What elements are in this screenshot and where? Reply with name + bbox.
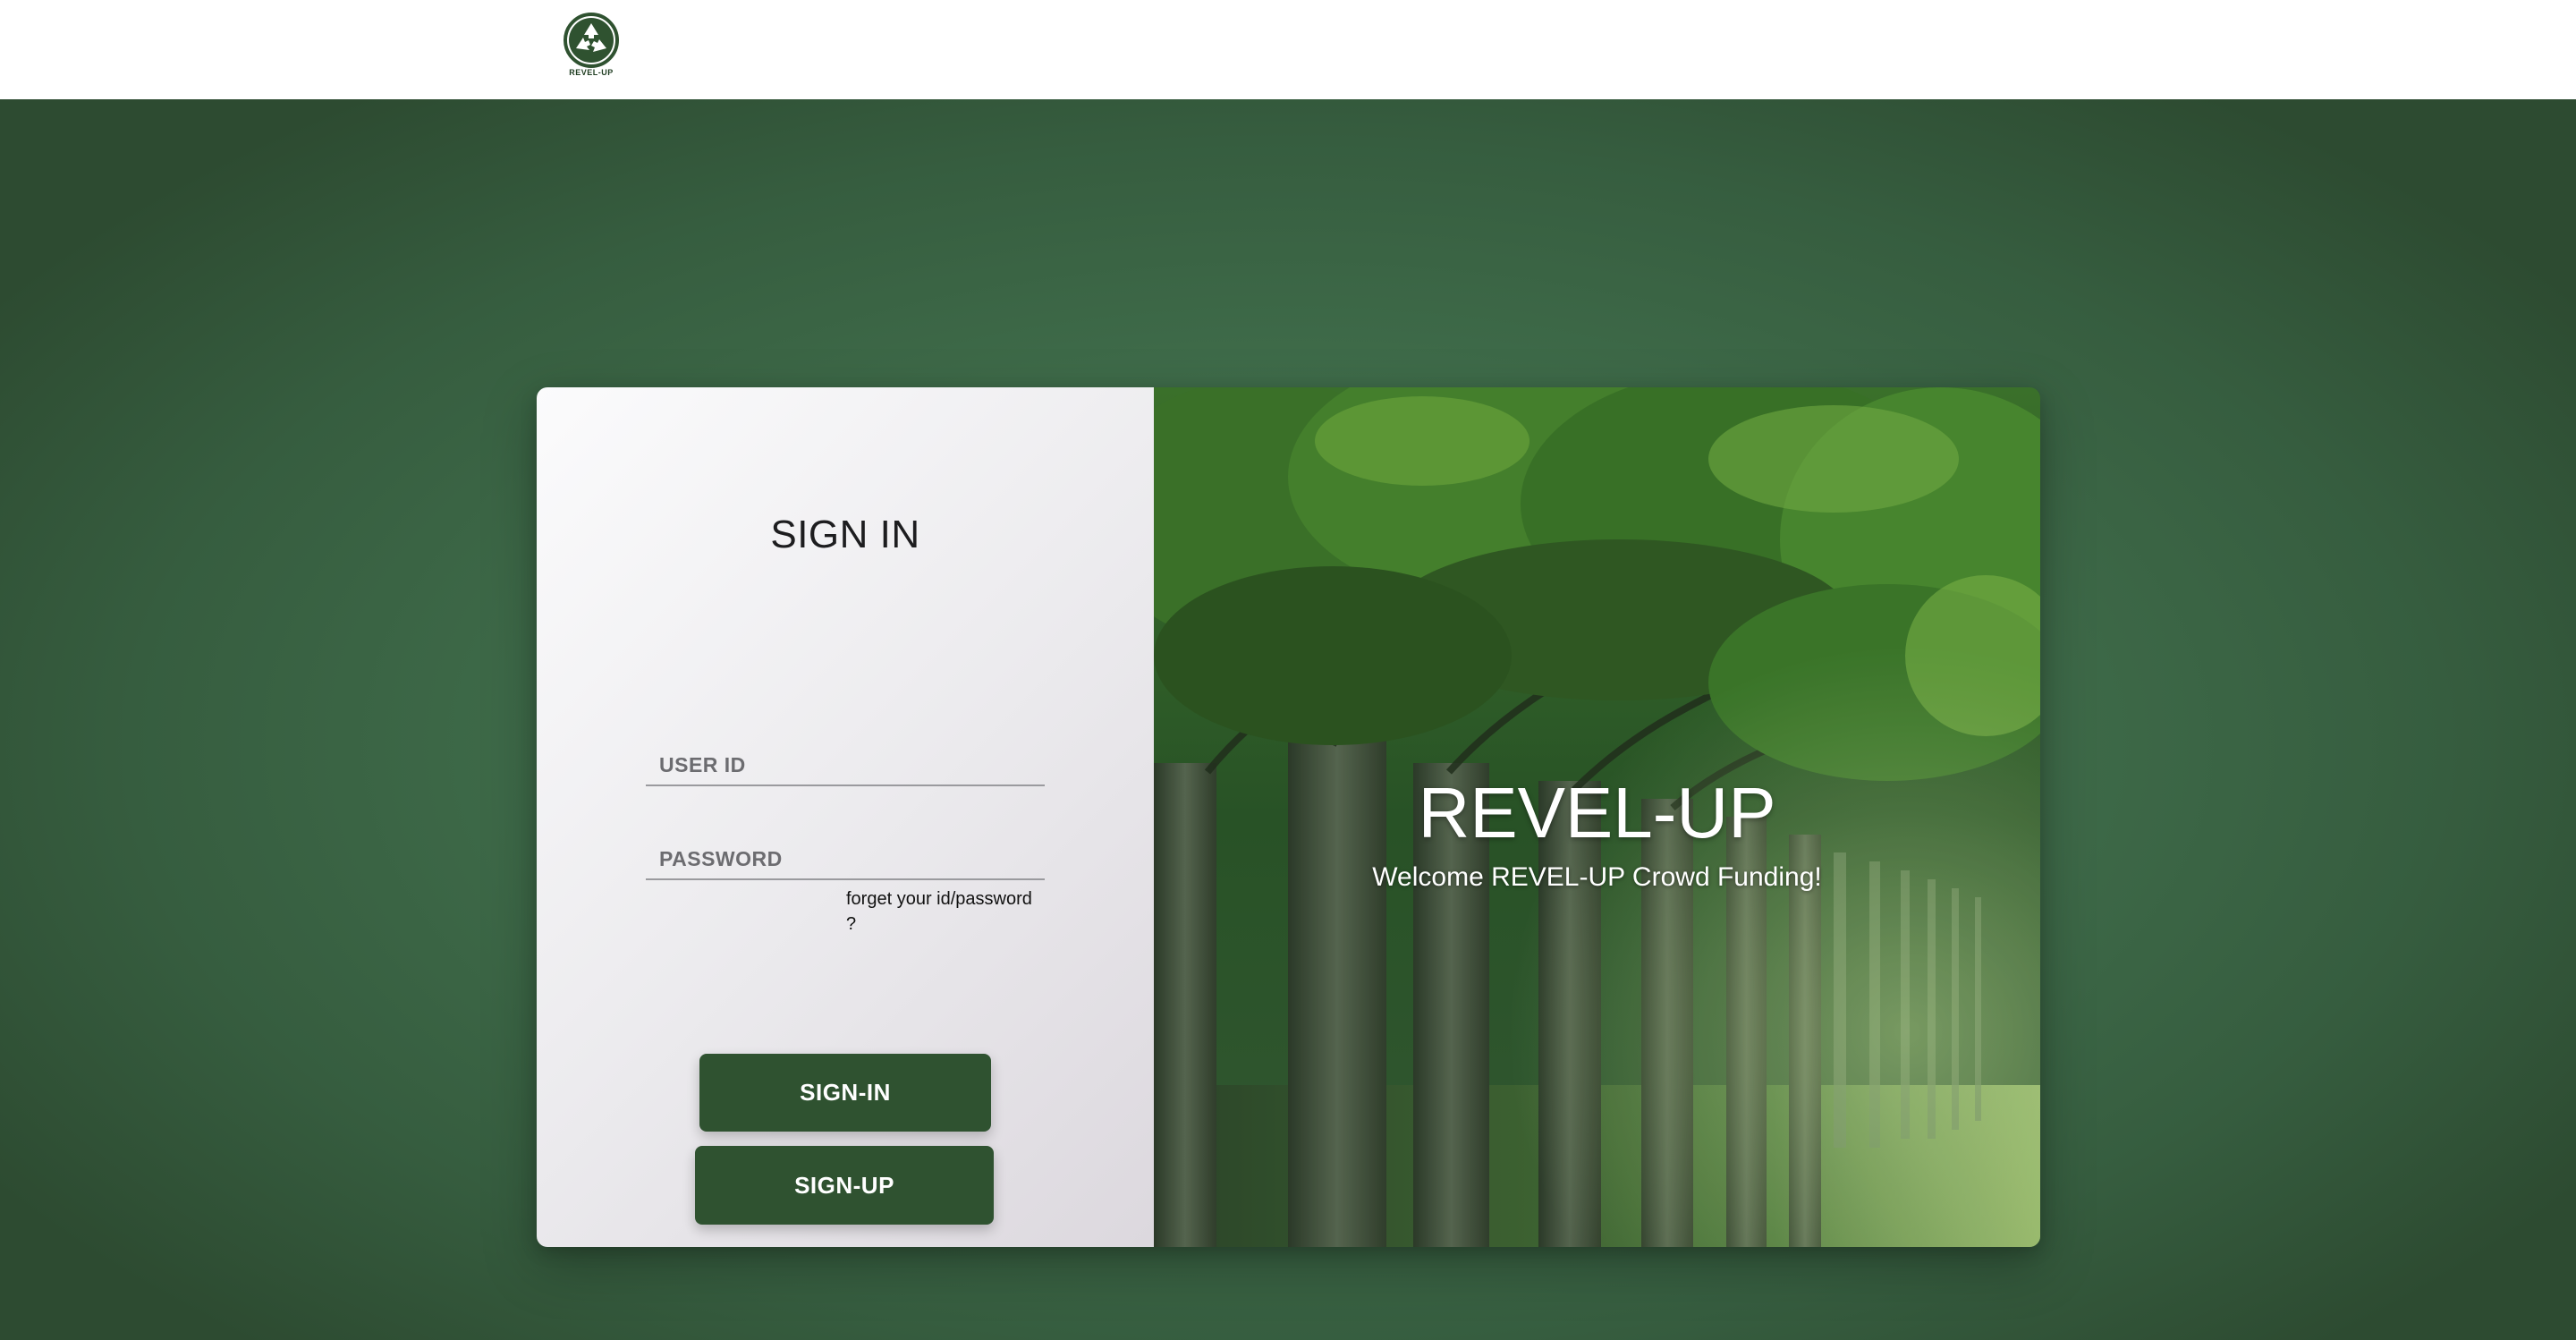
hero-subtitle: Welcome REVEL-UP Crowd Funding! xyxy=(1372,862,1822,892)
password-input[interactable] xyxy=(646,827,1045,878)
user-id-field xyxy=(646,733,1045,786)
forgot-link-line-2: ? xyxy=(846,914,857,934)
login-card: SIGN IN forget your id/password ? SIGN-I… xyxy=(537,387,2040,1247)
hero-title: REVEL-UP xyxy=(1418,773,1776,852)
revel-up-logo[interactable]: REVEL-UP xyxy=(562,13,621,86)
sign-in-panel: SIGN IN forget your id/password ? SIGN-I… xyxy=(537,387,1154,1247)
sign-in-title: SIGN IN xyxy=(770,513,920,556)
hero-panel: REVEL-UP Welcome REVEL-UP Crowd Funding! xyxy=(1154,387,2040,1247)
recycle-icon xyxy=(564,13,619,68)
forgot-link-line-1: forget your id/password xyxy=(846,889,1032,909)
top-navigation-bar: REVEL-UP xyxy=(0,0,2576,99)
page-background: SIGN IN forget your id/password ? SIGN-I… xyxy=(0,99,2576,1340)
password-field xyxy=(646,827,1045,880)
logo-text: REVEL-UP xyxy=(569,68,614,77)
sign-in-button[interactable]: SIGN-IN xyxy=(699,1054,991,1132)
sign-up-button[interactable]: SIGN-UP xyxy=(695,1146,994,1225)
user-id-input[interactable] xyxy=(646,733,1045,784)
forgot-id-password-link[interactable]: forget your id/password ? xyxy=(846,886,1052,937)
